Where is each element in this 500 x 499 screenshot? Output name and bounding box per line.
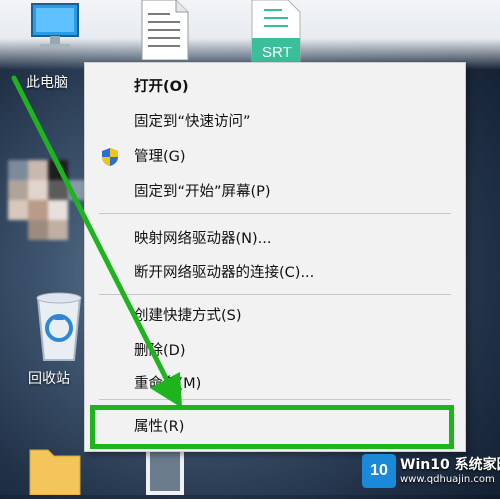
menu-item-label: 固定到“快速访问” xyxy=(134,114,251,130)
menu-item-open[interactable]: 打开(O) xyxy=(85,73,465,101)
text-document-desktop-icon[interactable] xyxy=(140,0,190,61)
menu-item-label: 创建快捷方式(S) xyxy=(134,308,242,324)
watermark: 10 Win10 系统家园 www.qdhuajin.com xyxy=(358,452,500,492)
menu-item-label: 删除(D) xyxy=(134,343,186,359)
monitor-icon xyxy=(31,3,79,48)
this-pc-label: 此电脑 xyxy=(26,75,68,91)
watermark-url: www.qdhuajin.com xyxy=(400,474,495,485)
context-menu: 打开(O) 固定到“快速访问” 管理(G) 固定到“开始”屏幕(P) 映射网络驱… xyxy=(84,62,466,452)
folder-desktop-icon[interactable] xyxy=(28,440,83,496)
watermark-logo: 10 xyxy=(362,454,396,488)
blurred-desktop-icon[interactable] xyxy=(8,160,88,240)
menu-item-map-network-drive[interactable]: 映射网络驱动器(N)... xyxy=(85,225,465,253)
menu-item-delete[interactable]: 删除(D) xyxy=(85,337,465,365)
menu-separator xyxy=(99,213,451,214)
menu-item-label: 打开(O) xyxy=(134,79,189,95)
menu-item-pin-start[interactable]: 固定到“开始”屏幕(P) xyxy=(85,178,465,206)
menu-item-label: 映射网络驱动器(N)... xyxy=(134,231,272,247)
menu-item-disconnect-network-drive[interactable]: 断开网络驱动器的连接(C)... xyxy=(85,259,465,287)
srt-badge-text: SRT xyxy=(262,44,292,61)
srt-file-desktop-icon[interactable]: SRT xyxy=(248,0,302,70)
menu-item-label: 管理(G) xyxy=(134,149,186,165)
menu-item-pin-quick-access[interactable]: 固定到“快速访问” xyxy=(85,108,465,136)
menu-item-label: 断开网络驱动器的连接(C)... xyxy=(134,265,315,281)
recycle-bin-label: 回收站 xyxy=(28,371,70,387)
shield-icon xyxy=(102,148,118,166)
menu-separator xyxy=(99,399,451,400)
menu-item-create-shortcut[interactable]: 创建快捷方式(S) xyxy=(85,302,465,330)
media-file-desktop-icon[interactable] xyxy=(140,445,190,495)
menu-item-label: 固定到“开始”屏幕(P) xyxy=(134,184,271,200)
media-file-icon xyxy=(146,445,184,495)
folder-icon xyxy=(29,449,81,496)
menu-separator xyxy=(99,294,451,295)
menu-item-manage[interactable]: 管理(G) xyxy=(85,143,465,171)
watermark-title: Win10 系统家园 xyxy=(400,457,500,473)
pixelated-icon xyxy=(8,160,88,240)
document-icon xyxy=(141,0,189,61)
menu-item-label: 重命名(M) xyxy=(134,376,202,392)
this-pc-desktop-icon[interactable]: 此电脑 xyxy=(20,0,90,100)
menu-item-rename[interactable]: 重命名(M) xyxy=(85,370,465,398)
properties-highlight-box xyxy=(90,405,454,449)
